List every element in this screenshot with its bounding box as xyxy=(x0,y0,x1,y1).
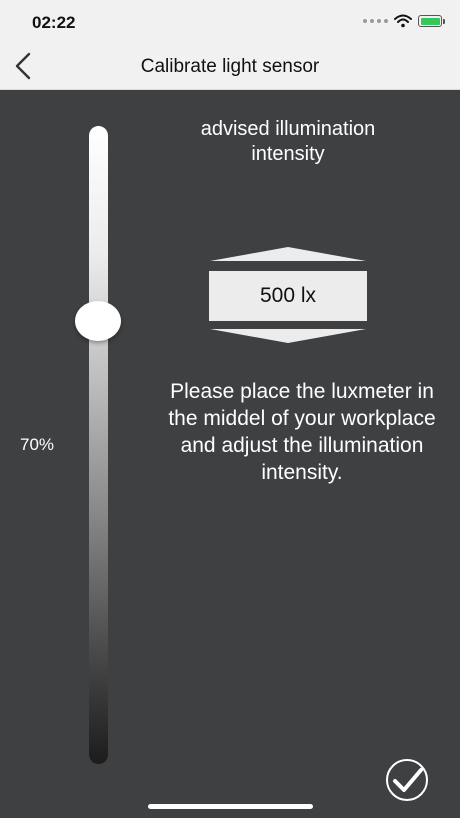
status-bar: 02:22 xyxy=(0,0,460,44)
status-icons xyxy=(363,14,445,28)
home-indicator xyxy=(148,804,313,809)
signal-icon xyxy=(363,19,388,23)
status-time: 02:22 xyxy=(32,13,76,32)
advised-value-box: 500 lx xyxy=(209,271,367,321)
illumination-slider[interactable] xyxy=(89,126,108,764)
increase-button[interactable] xyxy=(210,247,366,261)
slider-percent-label: 70% xyxy=(20,435,55,454)
checkmark-icon xyxy=(393,768,423,792)
confirm-button[interactable] xyxy=(386,759,428,801)
wifi-icon xyxy=(394,14,412,28)
instructions-text: Please place the luxmeter in the middel … xyxy=(168,380,436,484)
advised-value: 500 lx xyxy=(259,284,317,307)
triangle-down-icon xyxy=(210,329,366,343)
battery-icon xyxy=(418,15,445,27)
slider-thumb[interactable] xyxy=(75,301,121,341)
page-title: Calibrate light sensor xyxy=(140,56,320,77)
navigation-bar: Calibrate light sensor xyxy=(0,44,460,90)
advised-intensity-label: advised illumination intensity xyxy=(200,118,376,165)
triangle-up-icon xyxy=(210,247,366,261)
decrease-button[interactable] xyxy=(210,329,366,343)
